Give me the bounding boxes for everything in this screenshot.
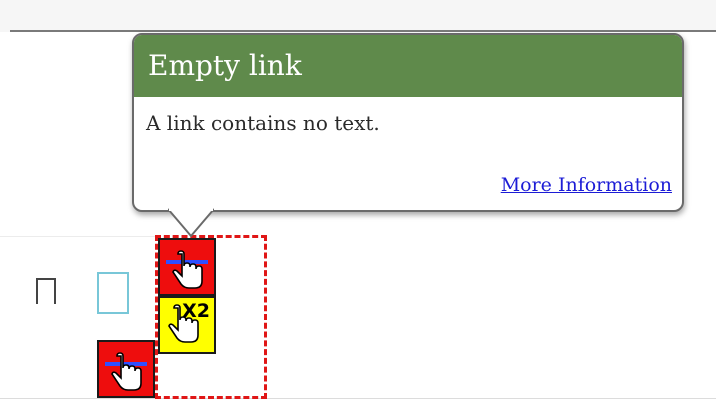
empty-link-error-badge-secondary[interactable]: [97, 340, 155, 398]
tooltip-pointer-arrow: [168, 208, 214, 238]
tooltip-title: Empty link: [134, 35, 682, 97]
hand-pointer-icon: [166, 250, 208, 289]
empty-link-error-badge[interactable]: [158, 238, 216, 296]
badge-count-label: X2: [182, 300, 210, 322]
page-top-band: [0, 0, 716, 32]
checkbox-icon[interactable]: [35, 276, 57, 304]
top-divider: [10, 30, 716, 32]
more-information-link[interactable]: More Information: [501, 174, 672, 196]
accessibility-tooltip: Empty link A link contains no text. More…: [132, 33, 684, 238]
empty-link-element[interactable]: [97, 272, 129, 314]
row-divider-top: [0, 236, 160, 237]
tooltip-message: A link contains no text.: [146, 111, 380, 135]
row-divider-bottom: [0, 398, 716, 399]
empty-link-count-badge[interactable]: X2: [158, 296, 216, 354]
hand-pointer-icon: [105, 352, 147, 391]
